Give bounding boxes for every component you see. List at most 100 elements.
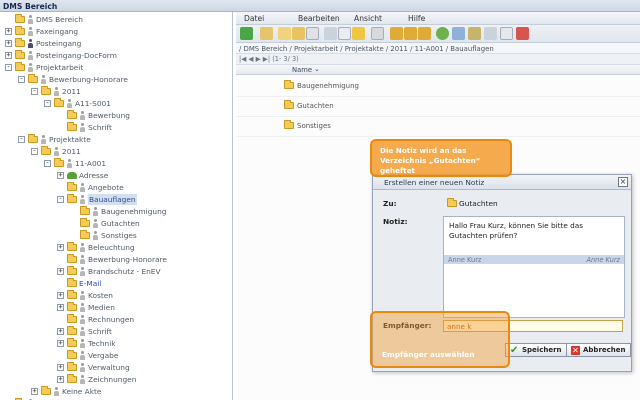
tree-node[interactable]: Sonstiges [70, 230, 137, 241]
go-icon[interactable] [240, 27, 253, 40]
collapse-icon[interactable]: - [44, 100, 51, 107]
menu-hilfe[interactable]: Hilfe [408, 12, 425, 23]
expand-icon[interactable]: + [5, 28, 12, 35]
expand-icon[interactable]: + [57, 340, 64, 347]
tree-node[interactable]: + Medien [57, 302, 115, 313]
tree-node[interactable]: Schrift [57, 122, 112, 133]
paste-icon[interactable] [338, 27, 351, 40]
save-button[interactable]: ✔ Speichern [505, 343, 567, 357]
new-folder-icon[interactable] [292, 27, 305, 40]
close-icon[interactable]: × [618, 177, 628, 187]
tree-node[interactable]: + Brandschutz - EnEV [57, 266, 161, 277]
tree-node[interactable]: + Schrift [57, 326, 112, 337]
last-page-icon[interactable]: ▶| [263, 55, 270, 63]
column-name[interactable]: Name [292, 66, 312, 74]
copy-icon[interactable] [306, 27, 319, 40]
expand-icon[interactable]: + [57, 244, 64, 251]
recipient-suggestion[interactable]: Anne Kurz Anne Kurz [444, 255, 624, 264]
home-icon[interactable] [260, 27, 273, 40]
tree-node[interactable]: DMS Bereich [5, 14, 83, 25]
tree-node[interactable]: + Beleuchtung [57, 242, 135, 253]
tree-node[interactable]: + Verwaltung [57, 362, 130, 373]
expand-icon[interactable]: + [31, 388, 38, 395]
folder-icon [67, 290, 77, 299]
print-icon[interactable] [500, 27, 513, 40]
tree-node-label: Schrift [88, 123, 112, 132]
toolbar [236, 25, 640, 43]
tree-node[interactable]: Angebote [57, 182, 124, 193]
tree-node[interactable]: - 2011 [31, 86, 81, 97]
user-icon [92, 219, 99, 228]
tree-node-label: Technik [88, 339, 116, 348]
settings-icon[interactable] [452, 27, 465, 40]
tree-node[interactable]: + Posteingang [5, 38, 81, 49]
rename-icon[interactable] [352, 27, 365, 40]
tree-node[interactable]: - Projektarbeit [5, 62, 83, 73]
tree-node[interactable]: - Projektakte [18, 134, 91, 145]
menu-ansicht[interactable]: Ansicht [354, 12, 382, 23]
tree-node[interactable]: E-Mail [57, 278, 101, 289]
key-icon[interactable] [418, 27, 431, 40]
document-icon[interactable] [371, 27, 384, 40]
expand-icon[interactable]: + [5, 52, 12, 59]
tree-node[interactable]: Bewerbung [57, 110, 130, 121]
expand-icon[interactable]: + [57, 364, 64, 371]
tree-node[interactable]: - 2011 [31, 146, 81, 157]
tree-node[interactable]: Rechnungen [57, 314, 134, 325]
collapse-icon[interactable]: - [31, 148, 38, 155]
expand-icon[interactable]: + [57, 328, 64, 335]
tree-node[interactable]: - Bewerbung-Honorare [18, 74, 128, 85]
tree-node[interactable]: + Keine Akte [31, 386, 101, 397]
user-icon [27, 15, 34, 24]
tree-node[interactable]: + Kosten [57, 290, 113, 301]
sort-icon[interactable]: ⌄ [314, 65, 320, 73]
delete-icon[interactable] [516, 27, 529, 40]
folder-icon [41, 386, 51, 395]
tree-node[interactable]: + Zeichnungen [57, 374, 136, 385]
grid-row[interactable]: Sonstiges [236, 115, 640, 137]
menu-datei[interactable]: Datei [244, 12, 264, 23]
tree-node[interactable]: + Posteingang-DocForm [5, 50, 117, 61]
scan-icon[interactable] [468, 27, 481, 40]
to-label: Zu: [383, 199, 397, 208]
folder-icon [67, 254, 77, 263]
tree-node[interactable]: Bewerbung-Honorare [57, 254, 167, 265]
tree-node[interactable]: - A11-S001 [44, 98, 111, 109]
tree-node[interactable]: Baugenehmigung [70, 206, 166, 217]
folder-tree[interactable]: DMS Bereich + Faxeingang + Posteingang + Poste… [0, 12, 233, 400]
collapse-icon[interactable]: - [5, 64, 12, 71]
cut-icon[interactable] [324, 27, 337, 40]
tree-node[interactable]: Gutachten [70, 218, 140, 229]
prev-page-icon[interactable]: ◀ [248, 55, 253, 63]
grid-row[interactable]: Gutachten [236, 95, 640, 117]
tree-node[interactable]: + Adresse [57, 170, 108, 181]
first-page-icon[interactable]: |◀ [239, 55, 246, 63]
tree-node-label: E-Mail [79, 279, 102, 288]
expand-icon[interactable]: + [57, 292, 64, 299]
cancel-button[interactable]: ✕ Abbrechen [566, 343, 631, 357]
collapse-icon[interactable]: - [18, 76, 25, 83]
tree-node[interactable]: + Faxeingang [5, 26, 78, 37]
grid-row[interactable]: Baugenehmigung [236, 75, 640, 97]
tree-node[interactable]: - 11-A001 [44, 158, 106, 169]
collapse-icon[interactable]: - [31, 88, 38, 95]
expand-icon[interactable]: + [5, 40, 12, 47]
lock-icon[interactable] [390, 27, 403, 40]
collapse-icon[interactable]: - [44, 160, 51, 167]
unlock-icon[interactable] [404, 27, 417, 40]
tools-icon[interactable] [484, 27, 497, 40]
folder-up-icon[interactable] [278, 27, 291, 40]
tree-node[interactable]: + Technik [57, 338, 116, 349]
tree-node[interactable]: Vergabe [57, 350, 118, 361]
expand-icon[interactable]: + [57, 376, 64, 383]
note-textarea[interactable]: Hallo Frau Kurz, können Sie bitte das Gu… [443, 216, 625, 318]
collapse-icon[interactable]: - [57, 196, 64, 203]
collapse-icon[interactable]: - [18, 136, 25, 143]
tree-node[interactable]: - Bauauflagen [57, 194, 137, 205]
expand-icon[interactable]: + [57, 268, 64, 275]
expand-icon[interactable]: + [57, 172, 64, 179]
next-page-icon[interactable]: ▶ [256, 55, 261, 63]
menu-bearbeiten[interactable]: Bearbeiten [298, 12, 340, 23]
expand-icon[interactable]: + [57, 304, 64, 311]
refresh-icon[interactable] [436, 27, 449, 40]
